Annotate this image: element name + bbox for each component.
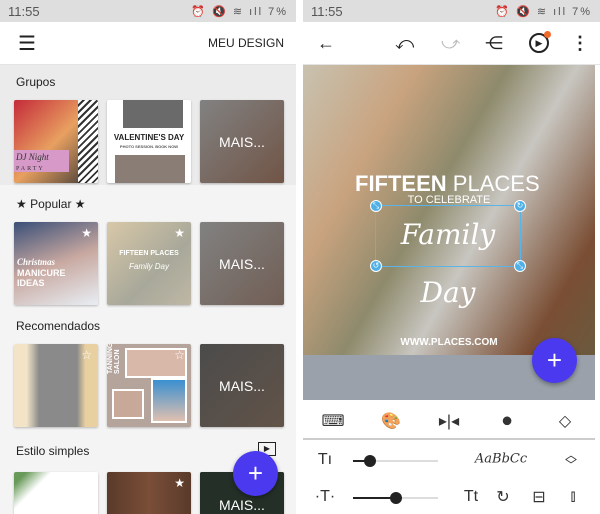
layers-icon[interactable]: ◇ (559, 411, 571, 431)
redo-icon[interactable]: ⤻ (441, 33, 460, 54)
thumb-title: Christmas (17, 257, 56, 267)
more-grupos[interactable]: MAIS... (200, 100, 284, 183)
section-title: ★ Popular ★ (16, 197, 86, 211)
battery-level: 7% (572, 5, 592, 18)
more-label: MAIS... (200, 344, 284, 427)
letter-spacing-icon: ·T· (314, 488, 336, 505)
section-title: Grupos (16, 75, 56, 89)
thumb-title: DJ Night (16, 152, 49, 162)
status-time: 11:55 (311, 3, 343, 19)
thumb-title: VALENTINE'S DAY (113, 133, 185, 142)
add-element-fab[interactable]: + (532, 338, 577, 383)
top-app-bar: ☰ MEU DESIGN (0, 22, 296, 65)
more-label: MAIS... (200, 222, 284, 305)
thumb-title: FIFTEEN PLACES (119, 250, 179, 257)
more-popular[interactable]: MAIS... (200, 222, 284, 305)
thumb-subtitle: PARTY (16, 166, 45, 172)
status-icons: ⏰ 🔇 ≋ ıll (495, 5, 573, 18)
template-thumb-manicure[interactable]: ★ Christmas MANICURE IDEAS (14, 222, 98, 305)
template-thumb-gold-frame[interactable]: ☆ (14, 472, 98, 514)
letter-spacing-slider[interactable] (353, 492, 438, 504)
thumb-subtitle: MANICURE IDEAS (17, 268, 66, 288)
tool-tabs: ⌨ 🎨 ▸|◂ ● ◇ (303, 400, 595, 440)
palette-icon[interactable]: 🎨 (381, 411, 401, 431)
shadow-icon[interactable]: ● (501, 410, 513, 433)
script-text: Family Day (400, 218, 496, 309)
selected-text-box[interactable]: Family Day ⤡ ↻ ↺ ⤡ (370, 200, 526, 309)
design-editor: 11:55 ⏰ 🔇 ≋ ıll 7% ← ⤺ ⤻ ⋲ ▶ ⋮ FIFTEEN P… (303, 0, 600, 514)
font-chevron-icon[interactable]: ︿ ﹀ (565, 449, 577, 471)
text-size-slider[interactable] (353, 455, 438, 467)
share-icon[interactable]: ⋲ (485, 33, 503, 54)
my-design-button[interactable]: MEU DESIGN (208, 36, 284, 50)
text-case-icon[interactable]: Tt (464, 488, 478, 506)
template-browser: 11:55 ⏰ 🔇 ≋ ıll 7% ☰ MEU DESIGN Grupos D… (0, 0, 296, 514)
status-bar: 11:55 ⏰ 🔇 ≋ ıll 7% (0, 0, 296, 22)
section-grupos: Grupos DJ Night PARTY VALENTINE'S DAY PHO… (0, 65, 296, 185)
status-bar: 11:55 ⏰ 🔇 ≋ ıll 7% (303, 0, 600, 22)
favorite-star-icon[interactable]: ☆ (174, 348, 185, 362)
favorite-star-icon[interactable]: ★ (81, 226, 92, 240)
align-center-icon[interactable]: ⊟ (532, 487, 545, 507)
rotate-icon[interactable]: ↻ (496, 487, 509, 507)
resize-handle-icon[interactable]: ⤡ (370, 200, 382, 212)
font-selector[interactable]: AaBbCc (475, 452, 527, 467)
headline-light[interactable]: PLACES (453, 171, 540, 196)
more-recomendados[interactable]: MAIS... (200, 344, 284, 427)
headline-bold[interactable]: FIFTEEN (355, 171, 447, 196)
more-label: MAIS... (200, 100, 284, 183)
section-title: Estilo simples (16, 444, 90, 458)
more-options-icon[interactable]: ⋮ (571, 33, 589, 54)
add-design-fab[interactable]: + (233, 451, 278, 496)
status-icons: ⏰ 🔇 ≋ ıll (191, 5, 269, 18)
favorite-star-icon[interactable]: ★ (174, 476, 185, 490)
slider-knob[interactable] (364, 455, 376, 467)
battery-level: 7% (268, 5, 288, 18)
menu-icon[interactable]: ☰ (18, 31, 36, 56)
template-thumb-tanning-salon[interactable]: TANNING SALON ☆ (107, 344, 191, 427)
design-canvas[interactable]: FIFTEEN PLACES TO CELEBRATE Family Day ⤡… (303, 65, 595, 355)
back-arrow-icon[interactable]: ← (317, 33, 335, 54)
undo-icon[interactable]: ⤺ (395, 33, 414, 54)
status-time: 11:55 (8, 3, 40, 19)
favorite-star-icon[interactable]: ☆ (81, 348, 92, 362)
distribute-icon[interactable]: ⫾ (570, 488, 575, 506)
preview-play-icon[interactable]: ▶ (529, 31, 551, 53)
template-thumb-sweater[interactable]: ☆ (14, 344, 98, 427)
template-thumb-fifteen-places[interactable]: ★ FIFTEEN PLACES Family Day (107, 222, 191, 305)
editor-toolbar: ← ⤺ ⤻ ⋲ ▶ ⋮ (303, 22, 600, 65)
template-thumb-dj-night[interactable]: DJ Night PARTY (14, 100, 98, 183)
keyboard-icon[interactable]: ⌨ (321, 411, 344, 431)
template-thumb-valentines[interactable]: VALENTINE'S DAY PHOTO SESSION. BOOK NOW (107, 100, 191, 183)
template-thumb-wood[interactable]: ★ (107, 472, 191, 514)
flip-icon[interactable]: ▸|◂ (439, 411, 459, 431)
notification-dot (544, 31, 551, 38)
section-title: Recomendados (16, 319, 101, 333)
resize-handle-icon[interactable]: ⤡ (514, 260, 526, 272)
slider-knob[interactable] (389, 492, 402, 504)
section-popular: ★ Popular ★ ★ Christmas MANICURE IDEAS ★… (0, 185, 296, 310)
rotate-handle-icon[interactable]: ↻ (514, 200, 526, 212)
favorite-star-icon[interactable]: ☆ (81, 476, 92, 490)
thumb-title: TANNING SALON (107, 344, 121, 374)
section-recomendados: Recomendados ☆ TANNING SALON ☆ MAIS... (0, 310, 296, 435)
thumb-subtitle: PHOTO SESSION. BOOK NOW (119, 144, 179, 149)
text-size-icon: Tı (317, 451, 333, 468)
favorite-star-icon[interactable]: ★ (174, 226, 185, 240)
thumb-subtitle: Family Day (128, 262, 169, 271)
rotate-handle-icon[interactable]: ↺ (370, 260, 382, 272)
